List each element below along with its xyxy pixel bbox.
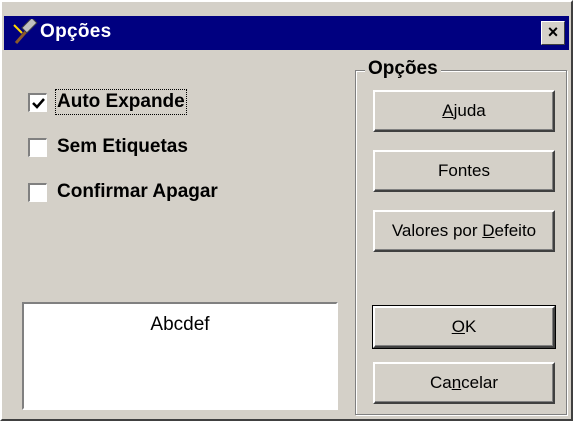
check-mark-icon xyxy=(32,97,45,109)
fonts-button[interactable]: Fontes xyxy=(373,150,555,192)
confirm-delete-checkbox[interactable]: Confirmar Apagar xyxy=(28,179,218,205)
checkbox-box[interactable] xyxy=(28,182,47,202)
font-preview-box: Abcdef xyxy=(22,302,338,410)
checkbox-label: Sem Etiquetas xyxy=(57,136,188,157)
options-dialog: Opções × Auto Expande Sem Etiquetas Conf… xyxy=(0,0,573,421)
dialog-title: Opções xyxy=(40,21,112,42)
checkbox-label: Confirmar Apagar xyxy=(57,181,218,202)
no-labels-checkbox[interactable]: Sem Etiquetas xyxy=(28,134,188,160)
group-title: Opções xyxy=(365,58,441,80)
ok-button[interactable]: OK xyxy=(372,305,556,349)
close-button[interactable]: × xyxy=(541,21,565,45)
checkbox-box[interactable] xyxy=(28,92,47,112)
help-button[interactable]: Ajuda xyxy=(373,90,555,132)
checkbox-box[interactable] xyxy=(28,137,47,157)
checkbox-label: Auto Expande xyxy=(55,89,187,115)
close-icon: × xyxy=(547,22,559,42)
title-bar[interactable]: Opções × xyxy=(4,16,569,50)
preview-text: Abcdef xyxy=(150,314,210,335)
default-values-button[interactable]: Valores por Defeito xyxy=(373,210,555,252)
hammer-icon xyxy=(10,17,38,47)
auto-expand-checkbox[interactable]: Auto Expande xyxy=(28,89,187,115)
cancel-button[interactable]: Cancelar xyxy=(373,362,555,404)
